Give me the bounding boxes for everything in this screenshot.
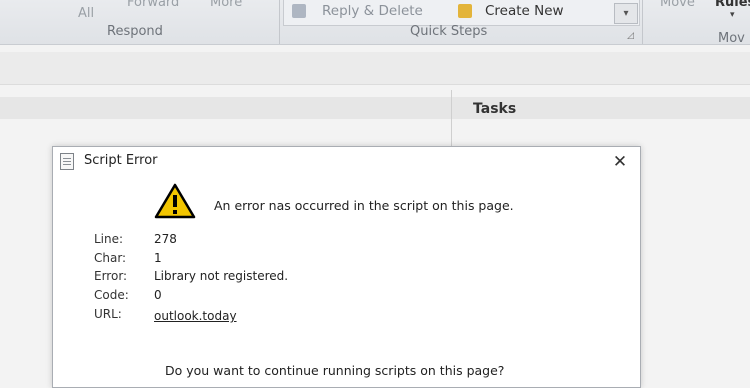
field-label-url: URL:	[94, 307, 122, 321]
script-icon	[60, 153, 74, 170]
warning-icon	[154, 183, 196, 219]
field-value-line: 278	[154, 232, 177, 246]
pane-header-band	[0, 97, 750, 119]
quick-steps-gallery[interactable]: Reply & Delete Create New	[283, 0, 640, 26]
tasks-header: Tasks	[473, 101, 517, 117]
group-label-quick-steps: Quick Steps	[410, 24, 488, 39]
close-button[interactable]: ✕	[609, 152, 631, 172]
rules-button[interactable]: Rules	[715, 0, 750, 10]
move-button[interactable]: Move	[660, 0, 695, 10]
field-value-code: 0	[154, 288, 162, 302]
reply-all-button[interactable]: All	[78, 6, 94, 21]
dialog-title: Script Error	[84, 153, 158, 168]
ribbon: All Forward More Respond Reply & Delete …	[0, 0, 750, 46]
continue-prompt: Do you want to continue running scripts …	[165, 363, 505, 378]
rules-dropdown-icon[interactable]: ▾	[730, 10, 735, 20]
ribbon-separator	[642, 0, 643, 44]
toolbar-band	[0, 52, 750, 85]
reply-delete-icon	[292, 4, 306, 18]
field-value-error: Library not registered.	[154, 269, 289, 283]
quick-steps-more-button[interactable]: ▾	[614, 3, 638, 24]
create-new-icon	[458, 4, 472, 18]
group-label-move: Mov	[718, 31, 745, 46]
error-message: An error nas occurred in the script on t…	[214, 198, 514, 213]
dialog-launcher-icon[interactable]: ◿	[627, 31, 634, 41]
field-label-line: Line:	[94, 232, 124, 246]
field-label-error: Error:	[94, 269, 128, 283]
field-label-code: Code:	[94, 288, 129, 302]
forward-button[interactable]: Forward	[127, 0, 179, 10]
quick-step-create-new[interactable]: Create New	[485, 3, 564, 19]
field-label-char: Char:	[94, 251, 127, 265]
field-value-char: 1	[154, 251, 162, 265]
dialog-titlebar[interactable]: Script Error ✕	[53, 147, 640, 175]
script-error-dialog: Script Error ✕ An error nas occurred in …	[52, 146, 641, 388]
ribbon-separator	[279, 0, 280, 44]
group-label-respond: Respond	[107, 24, 163, 39]
field-value-url: outlook.today	[154, 309, 237, 323]
quick-step-reply-delete[interactable]: Reply & Delete	[322, 3, 423, 19]
close-icon: ✕	[612, 152, 628, 172]
more-button[interactable]: More	[210, 0, 242, 10]
